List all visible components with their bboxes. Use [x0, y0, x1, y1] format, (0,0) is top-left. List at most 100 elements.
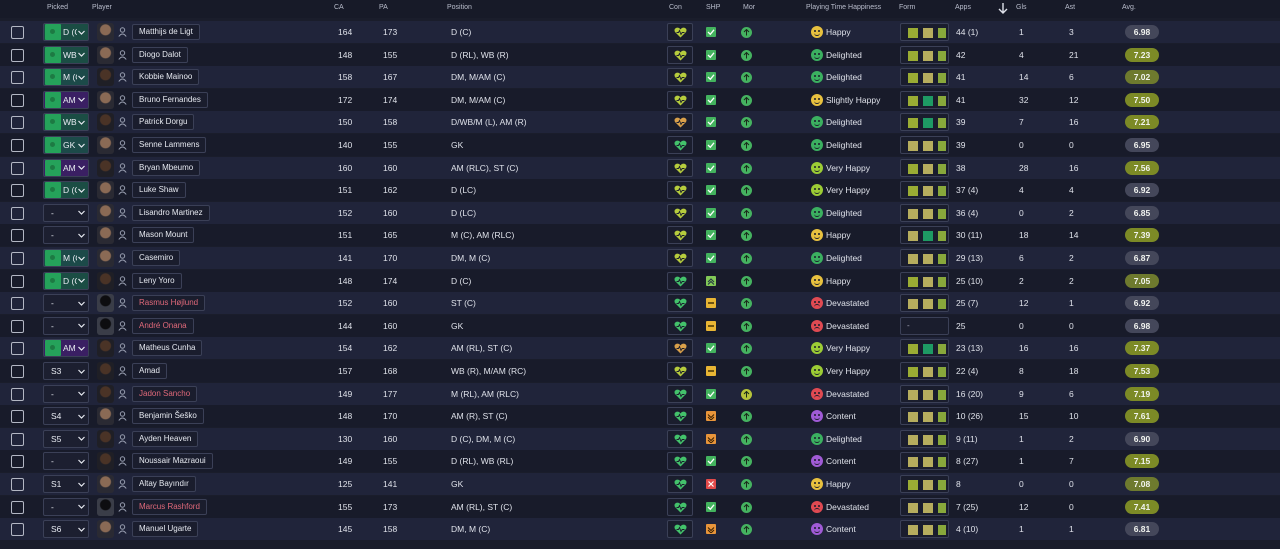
player-name-link[interactable]: Ayden Heaven: [132, 430, 199, 447]
form-cell[interactable]: [900, 407, 949, 426]
person-icon[interactable]: [118, 501, 127, 512]
person-icon[interactable]: [118, 321, 127, 331]
player-face[interactable]: [97, 520, 114, 539]
col-position[interactable]: Position: [447, 4, 472, 11]
picked-dropdown[interactable]: D (C: [43, 271, 89, 290]
person-icon[interactable]: [118, 117, 127, 128]
condition-cell[interactable]: [667, 203, 693, 222]
player-name-link[interactable]: Lisandro Martinez: [132, 204, 210, 221]
player-face[interactable]: [97, 339, 114, 358]
sort-descending-icon[interactable]: [997, 2, 1009, 15]
select-checkbox[interactable]: [11, 365, 24, 378]
picked-dropdown[interactable]: M (C: [43, 68, 89, 87]
picked-dropdown[interactable]: -: [43, 226, 89, 245]
player-name-link[interactable]: Bruno Fernandes: [132, 91, 208, 108]
table-row[interactable]: AM Bryan Mbeumo 160 160 AM (RLC), ST (C)…: [0, 156, 1280, 179]
person-icon[interactable]: [118, 49, 127, 60]
form-cell[interactable]: [900, 271, 949, 290]
select-checkbox[interactable]: [11, 500, 24, 514]
person-icon[interactable]: [118, 230, 127, 241]
condition-cell[interactable]: [667, 520, 693, 539]
form-cell[interactable]: [900, 113, 949, 132]
person-icon[interactable]: [118, 275, 127, 286]
condition-cell[interactable]: [667, 113, 693, 132]
table-row[interactable]: S5 Ayden Heaven 130 160 D (C), DM, M (C)…: [0, 427, 1280, 450]
player-face[interactable]: [97, 249, 114, 267]
person-icon[interactable]: [118, 434, 127, 444]
condition-cell[interactable]: [667, 136, 693, 154]
table-row[interactable]: - Noussair Mazraoui 149 155 D (RL), WB (…: [0, 450, 1280, 473]
table-row[interactable]: - Mason Mount 151 165 M (C), AM (RLC) Ha…: [0, 224, 1280, 247]
player-face[interactable]: [97, 362, 114, 380]
select-checkbox[interactable]: [11, 432, 24, 446]
condition-cell[interactable]: [667, 384, 693, 403]
player-face[interactable]: [97, 294, 114, 313]
form-cell[interactable]: [900, 158, 949, 177]
form-cell[interactable]: -: [900, 316, 949, 335]
person-icon[interactable]: [118, 411, 127, 422]
condition-cell[interactable]: [667, 23, 693, 41]
picked-dropdown[interactable]: AM: [43, 90, 89, 109]
person-icon[interactable]: [118, 72, 127, 83]
person-icon[interactable]: [118, 253, 127, 263]
player-face[interactable]: [97, 203, 114, 222]
picked-dropdown[interactable]: -: [43, 452, 89, 471]
condition-cell[interactable]: [667, 158, 693, 177]
form-cell[interactable]: [900, 362, 949, 380]
form-cell[interactable]: [900, 203, 949, 222]
select-checkbox[interactable]: [11, 410, 24, 424]
picked-dropdown[interactable]: S4: [43, 407, 89, 426]
player-face[interactable]: [97, 452, 114, 471]
table-row[interactable]: S4 Benjamin Šeško 148 170 AM (R), ST (C)…: [0, 405, 1280, 428]
col-ca[interactable]: CA: [334, 4, 344, 11]
person-icon[interactable]: [118, 208, 127, 218]
person-icon[interactable]: [118, 388, 127, 399]
player-name-link[interactable]: Casemiro: [132, 250, 181, 266]
player-name-link[interactable]: Diogo Dalot: [132, 46, 188, 63]
player-name-link[interactable]: Matthijs de Ligt: [132, 24, 200, 40]
person-icon[interactable]: [118, 298, 127, 309]
select-checkbox[interactable]: [11, 252, 24, 265]
select-checkbox[interactable]: [11, 139, 24, 152]
table-row[interactable]: S3 Amad 157 168 WB (R), M/AM (RC) Very H…: [0, 360, 1280, 382]
player-face[interactable]: [97, 407, 114, 426]
col-ast[interactable]: Ast: [1065, 4, 1075, 11]
select-checkbox[interactable]: [11, 342, 24, 356]
table-row[interactable]: S6 Manuel Ugarte 145 158 DM, M (C) Conte…: [0, 518, 1280, 541]
condition-cell[interactable]: [667, 271, 693, 290]
player-face[interactable]: [97, 497, 114, 516]
select-checkbox[interactable]: [11, 48, 24, 62]
condition-cell[interactable]: [667, 90, 693, 109]
player-face[interactable]: [97, 271, 114, 290]
picked-dropdown[interactable]: -: [43, 316, 89, 335]
table-row[interactable]: - Jadon Sancho 149 177 M (RL), AM (RLC) …: [0, 382, 1280, 405]
condition-cell[interactable]: [667, 452, 693, 471]
col-mor[interactable]: Mor: [743, 4, 755, 11]
player-name-link[interactable]: André Onana: [132, 317, 194, 334]
player-face[interactable]: [97, 158, 114, 177]
table-row[interactable]: - Lisandro Martinez 152 160 D (LC) Delig…: [0, 201, 1280, 224]
form-cell[interactable]: [900, 452, 949, 471]
player-name-link[interactable]: Jadon Sancho: [132, 385, 198, 402]
condition-cell[interactable]: [667, 475, 693, 493]
player-name-link[interactable]: Noussair Mazraoui: [132, 453, 213, 470]
person-icon[interactable]: [118, 140, 127, 150]
person-icon[interactable]: [118, 185, 127, 196]
condition-cell[interactable]: [667, 497, 693, 516]
table-row[interactable]: - André Onana 144 160 GK Devastated - 25…: [0, 314, 1280, 337]
player-name-link[interactable]: Mason Mount: [132, 227, 195, 244]
person-icon[interactable]: [118, 95, 127, 105]
select-checkbox[interactable]: [11, 116, 24, 130]
picked-dropdown[interactable]: -: [43, 497, 89, 516]
player-name-link[interactable]: Patrick Dorgu: [132, 114, 195, 131]
col-player[interactable]: Player: [92, 4, 112, 11]
picked-dropdown[interactable]: WB: [43, 45, 89, 64]
player-face[interactable]: [97, 68, 114, 87]
player-name-link[interactable]: Marcus Rashford: [132, 498, 207, 515]
person-icon[interactable]: [118, 479, 127, 489]
table-row[interactable]: M (C Kobbie Mainoo 158 167 DM, M/AM (C) …: [0, 66, 1280, 89]
picked-dropdown[interactable]: AM: [43, 339, 89, 358]
table-row[interactable]: S1 Altay Bayındır 125 141 GK Happy 8 0 0…: [0, 473, 1280, 495]
condition-cell[interactable]: [667, 294, 693, 313]
picked-dropdown[interactable]: -: [43, 203, 89, 222]
